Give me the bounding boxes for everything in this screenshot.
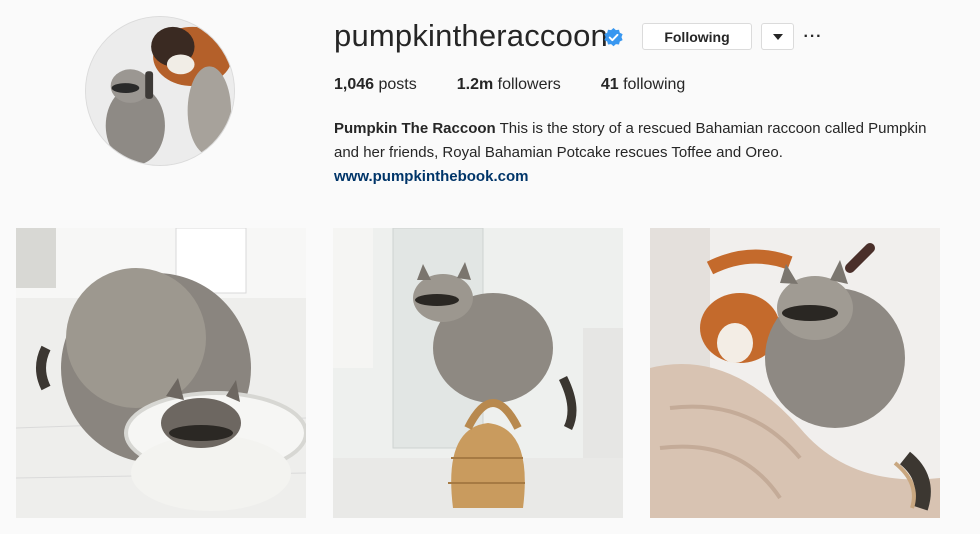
- followers-count: 1.2m: [456, 76, 494, 93]
- verified-badge-icon: [604, 28, 623, 47]
- post-thumbnail-3[interactable]: [650, 228, 940, 518]
- post-image-raccoon-basket: [333, 228, 623, 518]
- bio-full-name: Pumpkin The Raccoon: [334, 120, 496, 137]
- post-thumbnail-1[interactable]: [16, 228, 306, 518]
- ellipsis-icon: ···: [803, 28, 823, 45]
- following-label: following: [623, 76, 686, 93]
- posts-stat: 1,046 posts: [334, 76, 417, 94]
- suggestions-dropdown-button[interactable]: [761, 23, 794, 50]
- post-image-raccoon-bowl: [16, 228, 306, 518]
- following-button[interactable]: Following: [642, 23, 752, 50]
- profile-username: pumpkintheraccoon: [334, 18, 608, 53]
- followers-stat[interactable]: 1.2m followers: [457, 76, 561, 94]
- following-stat[interactable]: 41 following: [601, 76, 686, 94]
- posts-label: posts: [378, 76, 417, 93]
- profile-bio: Pumpkin The Raccoon This is the story of…: [334, 117, 954, 189]
- posts-count: 1,046: [334, 76, 375, 93]
- caret-down-icon: [772, 33, 783, 40]
- more-options-button[interactable]: ···: [803, 27, 823, 47]
- profile-avatar[interactable]: [85, 16, 235, 166]
- following-count: 41: [600, 76, 619, 93]
- post-image-raccoon-dog-blanket: [650, 228, 940, 518]
- profile-stats: 1,046 posts 1.2m followers 41 following: [334, 76, 725, 94]
- bio-website-link[interactable]: www.pumpkinthebook.com: [334, 165, 954, 189]
- post-thumbnail-2[interactable]: [333, 228, 623, 518]
- followers-label: followers: [497, 76, 561, 93]
- avatar-photo: [86, 17, 234, 165]
